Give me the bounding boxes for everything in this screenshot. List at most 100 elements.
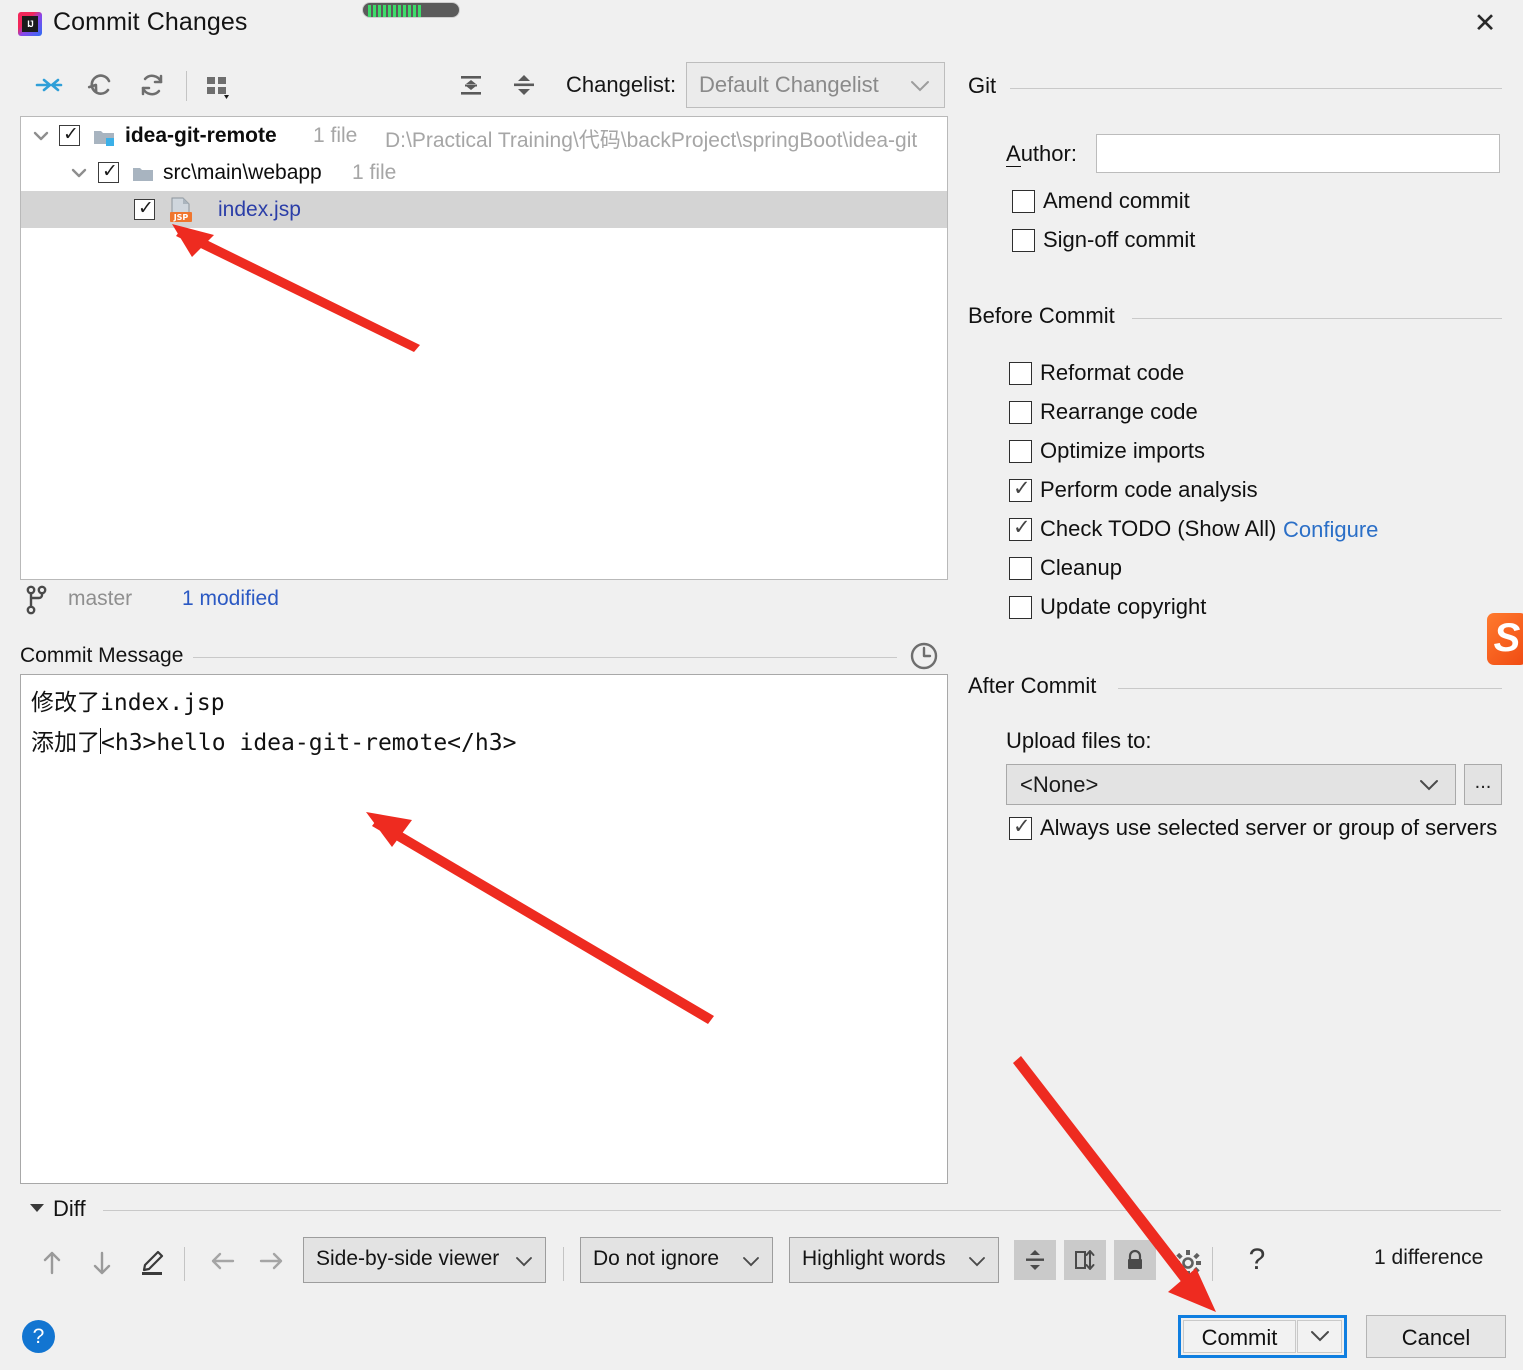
checkbox-rearrange-code[interactable]: [1009, 401, 1032, 424]
changed-files-tree[interactable]: ✓ idea-git-remote 1 file D:\Practical Tr…: [20, 116, 948, 580]
chevron-down-icon: [515, 1255, 533, 1273]
difference-count: 1 difference: [1374, 1246, 1484, 1269]
chevron-down-icon: [968, 1255, 986, 1273]
upload-server-dropdown[interactable]: <None>: [1006, 764, 1456, 805]
upload-browse-button[interactable]: ...: [1464, 764, 1502, 805]
folder-node-name: src\main\webapp: [163, 161, 322, 184]
collapse-twisty-folder[interactable]: [69, 163, 89, 183]
sogou-input-logo: S: [1487, 613, 1523, 665]
commit-dropdown-button[interactable]: [1297, 1320, 1342, 1353]
commit-message-label-text: Commit Message: [20, 644, 184, 667]
table-row[interactable]: ✓ JSP index.jsp: [21, 191, 947, 228]
gear-icon[interactable]: [1164, 1235, 1212, 1291]
author-field[interactable]: [1096, 134, 1500, 173]
after-commit-divider: [1118, 688, 1502, 689]
highlight-mode-dropdown[interactable]: Highlight words: [789, 1237, 999, 1283]
chevron-down-icon: [1310, 1330, 1330, 1348]
file-node-name[interactable]: index.jsp: [218, 198, 301, 222]
checkbox-cleanup[interactable]: [1009, 557, 1032, 580]
collapse-twisty-root[interactable]: [31, 126, 51, 146]
git-branch-icon: [24, 585, 50, 620]
root-path: D:\Practical Training\代码\backProject\spr…: [385, 129, 918, 152]
commit-button-label: Commit: [1201, 1325, 1278, 1350]
commit-message-line-2-prefix: 添加了: [31, 730, 100, 756]
git-section-title: Git: [968, 73, 1009, 99]
root-file-count: 1 file: [313, 124, 358, 147]
table-row[interactable]: ✓ idea-git-remote 1 file D:\Practical Tr…: [21, 117, 947, 154]
configure-link[interactable]: Configure: [1283, 517, 1378, 543]
checkbox-amend-commit[interactable]: [1012, 190, 1035, 213]
commit-button[interactable]: Commit: [1183, 1320, 1296, 1353]
intellij-idea-icon: IJ: [18, 12, 42, 36]
cancel-button[interactable]: Cancel: [1366, 1315, 1506, 1358]
highlight-mode-value: Highlight words: [802, 1247, 946, 1270]
after-commit-title: After Commit: [968, 673, 1109, 699]
commit-message-label: Commit Message: [20, 644, 194, 668]
toolbar-divider: [186, 71, 187, 101]
table-row[interactable]: ✓ src\main\webapp 1 file: [21, 154, 947, 191]
modified-count-link[interactable]: 1 modified: [182, 587, 279, 611]
changelist-dropdown[interactable]: Default Changelist: [686, 62, 945, 108]
checkbox-always-use-server[interactable]: ✓: [1009, 815, 1032, 840]
changelist-label-text: Changelist:: [566, 72, 677, 97]
before-commit-title: Before Commit: [968, 303, 1127, 329]
diff-section-label: Diff: [53, 1196, 86, 1221]
commit-message-input[interactable]: 修改了index.jsp 添加了<h3>hello idea-git-remot…: [20, 674, 948, 1184]
screen-recording-indicator: [362, 2, 460, 18]
group-by-icon[interactable]: [198, 64, 240, 106]
checkbox-sign-off-commit[interactable]: [1012, 229, 1035, 252]
checkbox-update-copyright[interactable]: [1009, 596, 1032, 619]
upload-server-value: <None>: [1020, 772, 1099, 797]
dialog-titlebar: IJ Commit Changes ✕: [0, 0, 1523, 48]
accept-right-icon[interactable]: [248, 1235, 296, 1291]
folder-icon: [132, 164, 154, 182]
label-amend-commit: Amend commit: [1043, 188, 1190, 213]
previous-difference-icon[interactable]: [28, 1235, 76, 1291]
label-always-use-server: Always use selected server or group of s…: [1040, 815, 1498, 840]
collapse-all-icon[interactable]: [503, 64, 545, 106]
checkbox-check-todo[interactable]: ✓: [1009, 516, 1032, 541]
diff-expand-triangle-icon[interactable]: [28, 1201, 46, 1220]
checkbox-root[interactable]: ✓: [59, 124, 80, 146]
module-folder-icon: [93, 127, 115, 146]
checkbox-folder[interactable]: ✓: [98, 161, 119, 183]
expand-all-icon[interactable]: [450, 64, 492, 106]
diff-section-divider: [103, 1210, 1501, 1211]
label-sign-off-commit: Sign-off commit: [1043, 227, 1196, 252]
chevron-down-icon: [1419, 779, 1439, 797]
label-reformat-code: Reformat code: [1040, 360, 1185, 385]
folder-file-count: 1 file: [352, 161, 397, 184]
diff-toolbar-divider: [184, 1247, 185, 1281]
next-difference-icon[interactable]: [78, 1235, 126, 1291]
show-diff-icon[interactable]: [28, 64, 70, 106]
close-icon[interactable]: ✕: [1467, 6, 1503, 42]
label-optimize-imports: Optimize imports: [1040, 438, 1206, 463]
author-label: Author:: [1006, 141, 1077, 167]
viewer-mode-value: Side-by-side viewer: [316, 1247, 500, 1270]
revert-icon[interactable]: [80, 64, 122, 106]
before-commit-divider: [1132, 318, 1502, 319]
checkbox-file[interactable]: ✓: [134, 198, 155, 220]
help-button[interactable]: ?: [22, 1320, 55, 1353]
synchronize-scrolling-icon[interactable]: [1064, 1240, 1106, 1280]
checkbox-optimize-imports[interactable]: [1009, 440, 1032, 463]
chevron-down-icon: [742, 1255, 760, 1273]
edit-source-icon[interactable]: [128, 1235, 176, 1291]
accept-left-icon[interactable]: [198, 1235, 246, 1291]
branch-name: master: [68, 587, 133, 610]
help-icon[interactable]: ?: [1240, 1237, 1274, 1283]
ignore-policy-value: Do not ignore: [593, 1247, 720, 1270]
clock-history-icon[interactable]: [908, 640, 940, 672]
refresh-icon[interactable]: [131, 64, 173, 106]
collapse-unchanged-icon[interactable]: [1014, 1240, 1056, 1280]
cancel-button-label: Cancel: [1401, 1325, 1471, 1350]
checkbox-reformat-code[interactable]: [1009, 362, 1032, 385]
label-cleanup: Cleanup: [1040, 555, 1122, 580]
viewer-mode-dropdown[interactable]: Side-by-side viewer: [303, 1237, 546, 1283]
read-only-lock-icon[interactable]: [1114, 1240, 1156, 1280]
author-label-rest: uthor:: [1020, 141, 1077, 166]
commit-message-line-2-suffix: <h3>hello idea-git-remote</h3>: [101, 730, 517, 756]
checkbox-perform-code-analysis[interactable]: ✓: [1009, 477, 1032, 502]
ignore-policy-dropdown[interactable]: Do not ignore: [580, 1237, 773, 1283]
jsp-file-icon: JSP: [168, 197, 192, 222]
